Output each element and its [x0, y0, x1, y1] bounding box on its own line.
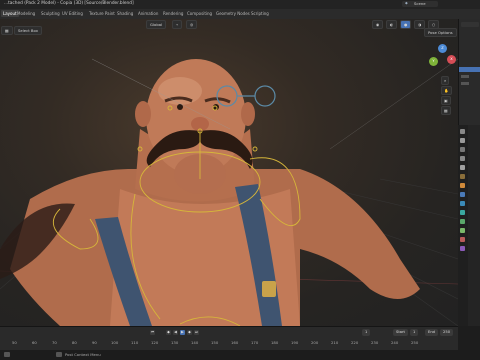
tab-shading[interactable]: Shading — [117, 11, 133, 16]
tick-label: 150 — [211, 340, 219, 345]
tick-label: 190 — [291, 340, 299, 345]
outliner-panel[interactable] — [458, 19, 480, 125]
current-frame-field[interactable]: 1 — [362, 329, 371, 336]
physics-tab-icon[interactable] — [460, 210, 465, 215]
tick-label: 120 — [151, 340, 159, 345]
tab-geometry-nodes[interactable]: Geometry Nodes — [216, 11, 250, 16]
tab-layout[interactable]: Layout — [1, 10, 19, 17]
keyframe-prev-button[interactable]: ◆ — [166, 330, 171, 335]
scene-icon: ◆ — [405, 1, 408, 5]
tick-label: 230 — [371, 340, 379, 345]
scene-tab-icon[interactable] — [460, 165, 465, 170]
world-tab-icon[interactable] — [460, 174, 465, 179]
gizmo-y-icon[interactable]: Y — [429, 57, 438, 66]
output-tab-icon[interactable] — [460, 147, 465, 152]
tab-sculpting[interactable]: Sculpting — [41, 11, 60, 16]
timeline[interactable]: ⏮ ◆ ◀ ▶ ◆ ⏭ 1 Start 1 End 250 50 60 70 8… — [0, 326, 458, 351]
tick-label: 200 — [311, 340, 319, 345]
tick-label: 130 — [171, 340, 179, 345]
tick-label: 240 — [391, 340, 399, 345]
status-bar: Post Context Menu — [0, 350, 480, 360]
scene-selector[interactable]: ◆ Scene — [402, 1, 438, 7]
perspective-toggle-icon[interactable]: ▦ — [441, 106, 451, 115]
select-box-label: Select Box — [18, 28, 38, 33]
3d-viewport[interactable] — [0, 19, 458, 326]
tick-label: 60 — [32, 340, 37, 345]
pose-options-label: Pose Options — [428, 30, 453, 35]
modifiers-tab-icon[interactable] — [460, 192, 465, 197]
status-hint: Post Context Menu — [65, 352, 101, 357]
tick-label: 170 — [251, 340, 259, 345]
tick-label: 210 — [331, 340, 339, 345]
tick-label: 250 — [411, 340, 419, 345]
outliner-row[interactable] — [461, 82, 469, 85]
pan-icon[interactable]: ✋ — [441, 86, 452, 95]
tab-compositing[interactable]: Compositing — [187, 11, 212, 16]
snap-button[interactable]: ⌁ — [172, 20, 183, 29]
select-box-dropdown[interactable]: Select Box — [14, 26, 42, 35]
jump-start-button[interactable]: ⏮ — [150, 330, 155, 335]
workspace-tabs: Layout Modeling Sculpting UV Editing Tex… — [0, 9, 480, 19]
tab-rendering[interactable]: Rendering — [163, 11, 183, 16]
tick-label: 100 — [111, 340, 119, 345]
title-bar: ...tached (Pack 2 Model) - Copia (3D) [S… — [0, 0, 480, 9]
tick-label: 70 — [52, 340, 57, 345]
tick-label: 90 — [92, 340, 97, 345]
visibility-button[interactable]: ◉ — [372, 20, 384, 29]
outliner-row[interactable] — [461, 75, 469, 78]
scene-label: Scene — [414, 1, 426, 6]
overlays-button[interactable]: ◐ — [386, 20, 398, 29]
gizmo-x-icon[interactable]: X — [447, 55, 456, 64]
shading-solid-button[interactable]: ● — [400, 20, 412, 29]
tick-label: 140 — [191, 340, 199, 345]
end-frame-label[interactable]: End — [425, 329, 439, 336]
tab-uv-editing[interactable]: UV Editing — [62, 11, 83, 16]
jump-end-button[interactable]: ⏭ — [194, 330, 199, 335]
tool-tab-icon[interactable] — [460, 129, 465, 134]
outliner-filter[interactable] — [461, 22, 479, 27]
render-tab-icon[interactable] — [460, 138, 465, 143]
editor-type-button[interactable]: ▦ — [1, 26, 13, 35]
tab-scripting[interactable]: Scripting — [251, 11, 269, 16]
keyframe-next-button[interactable]: ◆ — [187, 330, 192, 335]
tick-label: 80 — [72, 340, 77, 345]
tick-label: 50 — [12, 340, 17, 345]
tab-animation[interactable]: Animation — [138, 11, 158, 16]
window-title: ...tached (Pack 2 Model) - Copia (3D) [S… — [4, 1, 134, 6]
outliner-selected-row[interactable] — [459, 67, 480, 72]
data-tab-icon[interactable] — [460, 228, 465, 233]
proportional-edit-button[interactable]: ◎ — [186, 20, 198, 29]
tick-label: 110 — [131, 340, 139, 345]
tick-label: 220 — [351, 340, 359, 345]
properties-tabs — [458, 125, 468, 326]
particles-tab-icon[interactable] — [460, 201, 465, 206]
zoom-icon[interactable]: ⌕ — [441, 76, 450, 85]
tab-texture-paint[interactable]: Texture Paint — [89, 11, 115, 16]
play-button[interactable]: ▶ — [180, 330, 185, 335]
object-tab-icon[interactable] — [460, 183, 465, 188]
viewport-nav-buttons: ⌕ ✋ ▣ ▦ — [441, 76, 452, 120]
transform-orientation-label: Global — [150, 22, 163, 27]
mouse-icon — [4, 352, 10, 357]
viewport-render — [0, 58, 458, 326]
constraints-tab-icon[interactable] — [460, 219, 465, 224]
material-tab-icon[interactable] — [460, 237, 465, 242]
tick-label: 180 — [271, 340, 279, 345]
viewport-header: ▦ Select Box Global ⌁ ◎ ◉ ◐ ● ◑ ○ Pose O… — [0, 19, 458, 40]
tab-modeling[interactable]: Modeling — [17, 11, 35, 16]
texture-tab-icon[interactable] — [460, 246, 465, 251]
start-frame-field[interactable]: 1 — [410, 329, 419, 336]
end-frame-field[interactable]: 250 — [440, 329, 454, 336]
mouse-right-icon — [56, 352, 62, 357]
play-reverse-button[interactable]: ◀ — [173, 330, 178, 335]
camera-view-icon[interactable]: ▣ — [441, 96, 451, 105]
view-layer-tab-icon[interactable] — [460, 156, 465, 161]
navigation-gizmo[interactable]: Z X Y — [428, 44, 456, 72]
start-frame-label[interactable]: Start — [393, 329, 409, 336]
transform-orientation-dropdown[interactable]: Global — [146, 20, 167, 29]
gizmo-z-icon[interactable]: Z — [438, 44, 447, 53]
pose-options-dropdown[interactable]: Pose Options — [424, 28, 457, 37]
tick-label: 160 — [231, 340, 239, 345]
